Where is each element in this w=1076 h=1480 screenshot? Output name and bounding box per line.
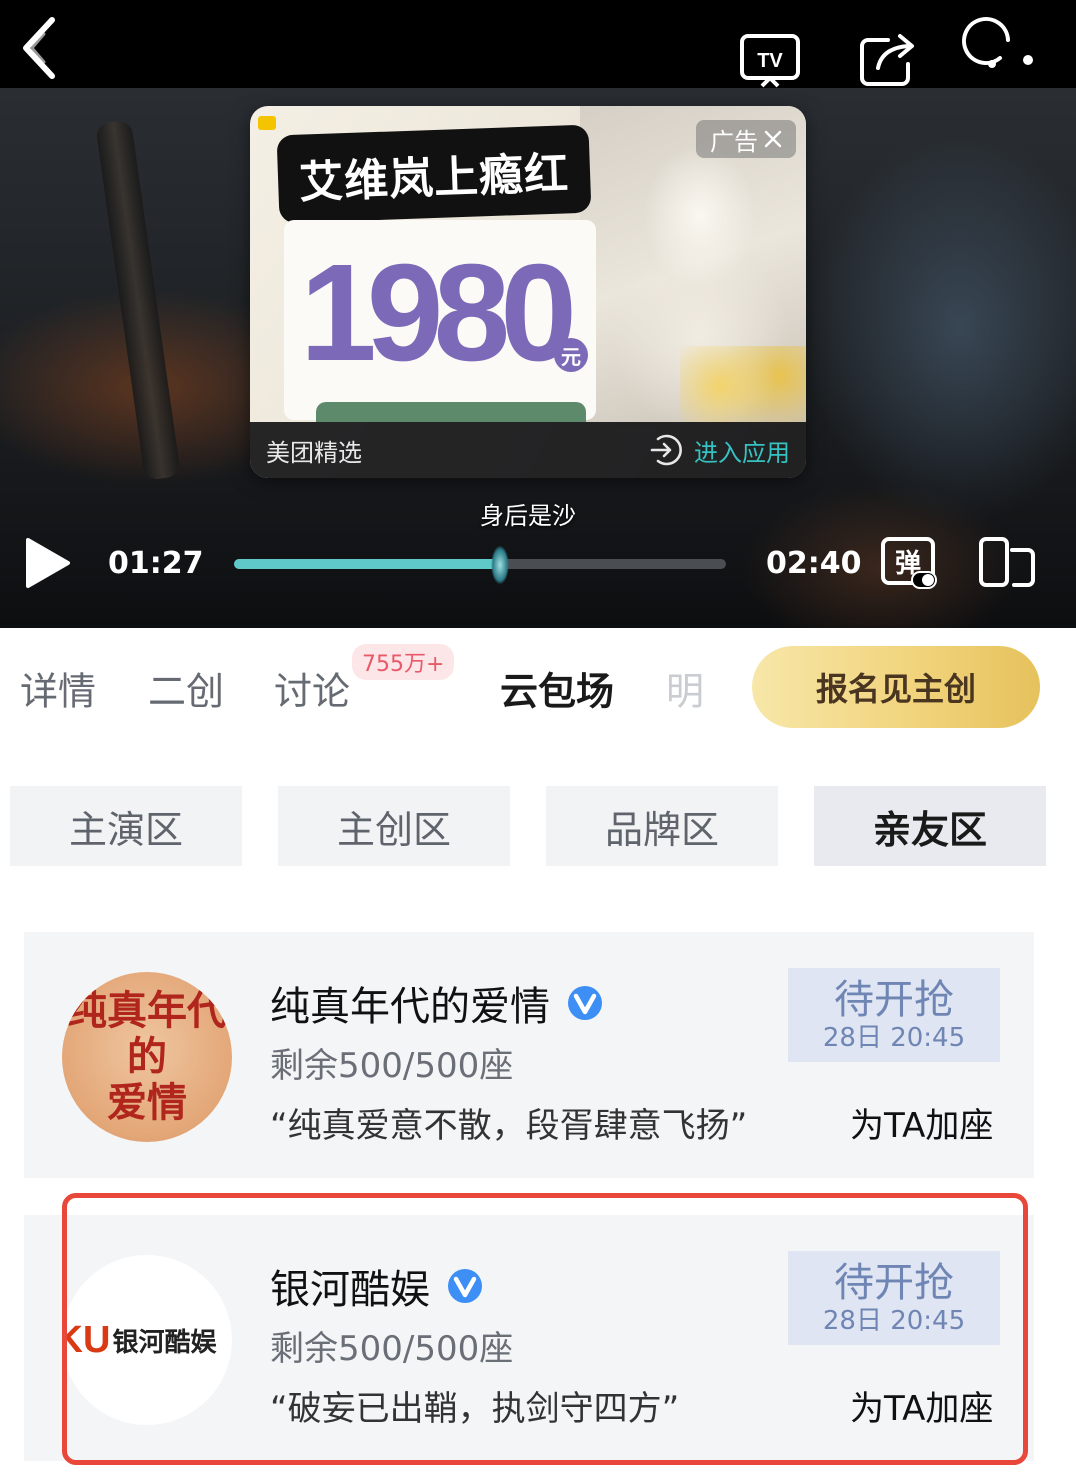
ad-enter-app-label: 进入应用 bbox=[694, 438, 790, 467]
ku-logo-name: 银河酷娱 bbox=[112, 1327, 217, 1358]
tab-stars[interactable]: 明 bbox=[666, 661, 704, 716]
rotate-fullscreen-icon[interactable] bbox=[978, 536, 1036, 588]
video-subtitle: 身后是沙 bbox=[480, 502, 576, 530]
tab-discussion[interactable]: 讨论 bbox=[274, 661, 350, 716]
add-seat-link[interactable]: 为TA加座 bbox=[850, 1381, 993, 1430]
grab-time: 28日 20:45 bbox=[822, 1023, 966, 1053]
enter-arrow-icon bbox=[650, 434, 682, 466]
signup-button-label: 报名见主创 bbox=[815, 670, 976, 708]
zone-lead-cast[interactable]: 主演区 bbox=[10, 786, 242, 866]
zone-brands[interactable]: 品牌区 bbox=[546, 786, 778, 866]
ad-headline-box: 艾维岚上瘾红 bbox=[276, 124, 592, 224]
grab-status: 待开抢 bbox=[834, 1260, 954, 1306]
grab-seat-button[interactable]: 待开抢 28日 20:45 bbox=[788, 1251, 1000, 1345]
seats-remaining: 剩余500/500座 bbox=[270, 1046, 514, 1086]
current-time: 01:27 bbox=[108, 546, 204, 581]
zone-creators[interactable]: 主创区 bbox=[278, 786, 510, 866]
signup-meet-creators-button[interactable]: 报名见主创 bbox=[752, 646, 1040, 728]
ad-close-button[interactable]: 广告 bbox=[696, 120, 796, 158]
card-quote: “破妄已出鞘，执剑守四方” bbox=[270, 1389, 680, 1429]
card-title: 银河酷娱 bbox=[270, 1267, 430, 1313]
avatar-text-line2: 爱情 bbox=[107, 1079, 187, 1126]
avatar[interactable]: 纯真年代的 爱情 bbox=[62, 972, 232, 1142]
add-seat-link[interactable]: 为TA加座 bbox=[850, 1098, 993, 1147]
card-title: 纯真年代的爱情 bbox=[270, 984, 550, 1030]
svg-text:TV: TV bbox=[757, 50, 783, 72]
card-quote: “纯真爱意不散，段胥肆意飞扬” bbox=[270, 1106, 748, 1146]
grab-status: 待开抢 bbox=[834, 977, 954, 1023]
total-time: 02:40 bbox=[766, 546, 862, 581]
verified-badge-icon bbox=[568, 986, 602, 1020]
share-icon[interactable] bbox=[858, 30, 918, 88]
verified-badge-icon bbox=[448, 1269, 482, 1303]
ad-label-text: 广告 bbox=[710, 127, 758, 156]
ad-flowers-image bbox=[680, 346, 806, 426]
ad-brand-name: 美团精选 bbox=[266, 438, 362, 467]
ad-enter-app-button[interactable]: 进入应用 bbox=[648, 433, 790, 468]
discussion-count-badge: 755万+ bbox=[352, 644, 455, 680]
zone-label: 主创区 bbox=[336, 807, 451, 852]
content-tabs: 详情 二创 讨论 755万+ 云包场 明 报名见主创 bbox=[0, 636, 1076, 746]
ad-price: 1980 bbox=[300, 236, 577, 390]
progress-fill bbox=[234, 559, 500, 569]
ad-product-strip bbox=[316, 402, 586, 422]
tab-details[interactable]: 详情 bbox=[20, 661, 96, 716]
avatar[interactable]: KU 银河酷娱 bbox=[62, 1255, 232, 1425]
avatar-text-line1: 纯真年代的 bbox=[67, 987, 227, 1080]
ad-brand-logo bbox=[258, 116, 276, 130]
more-options-icon[interactable] bbox=[952, 14, 1036, 74]
tab-cloud-screening[interactable]: 云包场 bbox=[500, 661, 614, 716]
ad-card[interactable]: 艾维岚上瘾红 1980 元 广告 美团精选 进入应用 bbox=[250, 106, 806, 478]
ku-logo-mark: KU bbox=[62, 1318, 111, 1361]
progress-bar[interactable] bbox=[234, 537, 726, 593]
video-player[interactable]: TV 艾维岚上瘾红 1980 元 广告 美团精选 进入应用 身后是沙 01:27… bbox=[0, 0, 1076, 628]
zone-label: 亲友区 bbox=[872, 807, 987, 852]
zone-label: 主演区 bbox=[68, 807, 183, 852]
ku-logo: KU 银河酷娱 bbox=[62, 1319, 216, 1362]
seats-remaining: 剩余500/500座 bbox=[270, 1329, 514, 1369]
close-icon bbox=[764, 130, 782, 148]
zone-label: 品牌区 bbox=[604, 807, 719, 852]
ad-headline: 艾维岚上瘾红 bbox=[298, 148, 570, 209]
zone-selector: 主演区 主创区 品牌区 亲友区 bbox=[10, 786, 1046, 866]
ad-bottom-bar: 美团精选 进入应用 bbox=[250, 422, 806, 478]
back-icon[interactable] bbox=[14, 14, 66, 84]
tv-cast-icon[interactable]: TV bbox=[738, 30, 802, 90]
screening-card[interactable]: 纯真年代的 爱情 纯真年代的爱情 剩余500/500座 “纯真爱意不散，段胥肆意… bbox=[24, 932, 1034, 1178]
screening-card[interactable]: KU 银河酷娱 银河酷娱 剩余500/500座 “破妄已出鞘，执剑守四方” 待开… bbox=[24, 1215, 1034, 1461]
grab-seat-button[interactable]: 待开抢 28日 20:45 bbox=[788, 968, 1000, 1062]
grab-time: 28日 20:45 bbox=[822, 1306, 966, 1336]
tab-fan-creations[interactable]: 二创 bbox=[148, 661, 224, 716]
ad-price-unit: 元 bbox=[554, 338, 588, 372]
danmaku-toggle-icon[interactable]: 弹 bbox=[880, 536, 940, 592]
zone-friends-family[interactable]: 亲友区 bbox=[814, 786, 1046, 866]
play-icon[interactable] bbox=[24, 536, 72, 590]
progress-thumb[interactable] bbox=[484, 537, 515, 593]
